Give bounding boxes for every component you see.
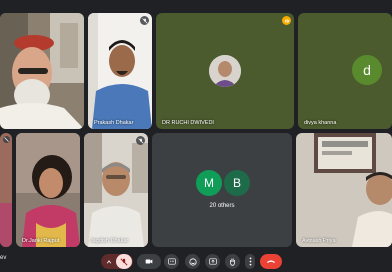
participant-tile[interactable] [0,133,12,247]
participant-name: DR RUCHI DWIVEDI [162,120,214,126]
participant-tile[interactable]: Dr.Janki Rajput [16,133,80,247]
mic-off-icon [141,17,148,24]
more-vert-icon [249,257,251,266]
participant-tile[interactable]: Avinash Priya [296,133,392,247]
others-tile[interactable]: M B 20 others [152,133,292,247]
meeting-clock: ev [0,255,7,261]
mic-muted-badge [140,16,149,25]
participant-video [0,13,84,129]
mic-off-icon [120,257,128,266]
participant-name: Dr.Janki Rajput [22,238,60,244]
emoji-icon [188,257,197,266]
mic-muted-badge [136,136,145,145]
camera-button[interactable] [137,254,161,269]
participant-video [16,133,80,247]
participant-video [84,133,148,247]
audio-level-icon [284,18,289,23]
participant-name: divya khanna [304,120,337,126]
raise-hand-button[interactable] [225,254,240,269]
participant-tile[interactable]: Jagdish Dhakar [84,133,148,247]
participant-tile[interactable]: d divya khanna [298,13,392,129]
others-avatar: B [224,170,250,196]
participant-tile[interactable]: DR RUCHI DWIVEDI [156,13,294,129]
present-button[interactable] [205,254,220,269]
hand-icon [230,258,235,266]
others-avatar: M [196,170,222,196]
participant-tile[interactable] [0,13,84,129]
more-options-button[interactable] [245,254,255,269]
end-call-button[interactable] [260,254,282,269]
mic-off-icon [137,137,144,144]
others-count: 20 others [209,203,235,209]
participant-tile[interactable]: Prakash Dhakar [88,13,152,129]
participant-video [88,13,152,129]
participant-avatar: d [352,55,382,85]
participant-name: Avinash Priya [302,238,336,244]
participant-name: Prakash Dhakar [94,120,134,126]
end-call-icon [266,260,276,263]
mic-button[interactable] [116,254,132,269]
mic-off-icon [4,137,9,142]
mic-control-group [101,254,133,269]
call-controls-bar: ev [0,250,392,272]
participant-name: Jagdish Dhakar [90,238,129,244]
participant-avatar [209,55,241,87]
mic-muted-badge [3,136,10,143]
present-icon [208,258,217,265]
speaking-indicator [282,16,291,25]
participant-video [296,133,392,247]
emoji-button[interactable] [185,254,200,269]
chevron-up-icon [106,259,112,263]
camera-icon [145,259,153,264]
mic-options-button[interactable] [102,259,116,265]
captions-icon [167,258,176,265]
captions-button[interactable] [164,254,179,269]
participant-video [0,133,12,247]
